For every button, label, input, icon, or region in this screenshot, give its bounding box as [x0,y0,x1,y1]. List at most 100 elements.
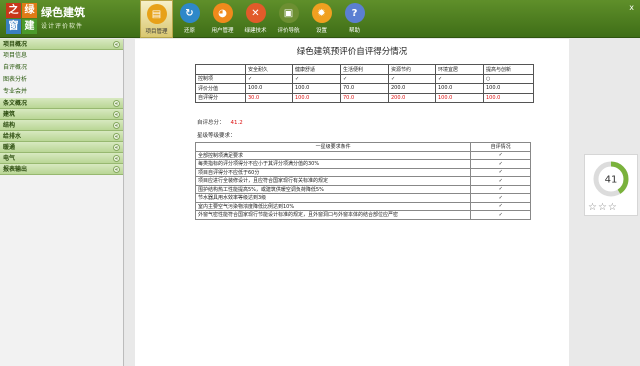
requirement-row: 每类指标的评分项得分不应小于其评分项满分值的30% ✓ [194,159,531,169]
toolbar-button-label: 评价导航 [277,28,300,34]
sidebar-item[interactable]: 自评概况 [0,62,123,74]
sidebar-section[interactable]: 给排水 « [0,131,123,142]
self-score-label: 自评总分： [197,120,225,126]
sidebar-section[interactable]: 结构 « [0,120,123,131]
toolbar-button-label: 帮助 [348,28,360,34]
requirement-row: 外窗气密性能符合国家现行节能设计标准的规定，且外窗洞口与外窗本体的结合部位应严密… [194,210,531,220]
toolbar-button[interactable]: ✕ 绿建技术 [239,0,272,38]
score-col-header [195,64,246,75]
check-icon: ✓ [470,184,531,194]
check-icon: ✓ [470,159,531,169]
main-toolbar: ▤ 项目管理 ↻ 还原 ◕ 用户管理 ✕ 绿建技术 ▣ 评价导航 ✹ 设置 ? 帮助 [140,0,371,38]
requirement-table-header: 一星级要求条件 自评情况 [194,142,531,152]
report-title: 绿色建筑预评价自评得分情况 [296,47,408,57]
restore-icon: ↻ [179,3,200,23]
score-cell: 100.0 [435,92,484,103]
score-cell: 100.0 [292,83,341,94]
requirement-row: 围护结构热工性能提高5%，或建筑供暖空调负荷降低5% ✓ [194,184,531,194]
score-cell: 100.0 [435,83,484,94]
requirement-text: 围护结构热工性能提高5%，或建筑供暖空调负荷降低5% [194,184,472,194]
collapse-icon[interactable]: « [113,155,120,162]
score-table-header: 安全耐久 健康舒适 生活便利 资源节约 环境宜居 提高与创新 [195,64,534,75]
requirement-text: 外窗气密性能符合国家现行节能设计标准的规定，且外窗洞口与外窗本体的结合部位应严密 [194,210,472,220]
report-document: 绿色建筑预评价自评得分情况 安全耐久 健康舒适 生活便利 资源节约 环境宜居 提高与创新 … [135,39,569,366]
score-table: 安全耐久 健康舒适 生活便利 资源节约 环境宜居 提高与创新 控制项 ✓ ✓ ✓ ✓ ✓ ○ 评价分值 1… [195,64,534,103]
check-icon: ✓ [470,201,531,211]
sidebar-section[interactable]: 报表输出 « [0,164,123,175]
sidebar-section[interactable]: 暖通 « [0,142,123,153]
requirement-row: 室内主要空气污染物浓度降低比例达到10% ✓ [194,201,531,211]
sidebar-item[interactable]: 图表分析 [0,74,123,86]
top-bar: 之 绿 窗 建 绿色建筑 设计评价软件 ▤ 项目管理 ↻ 还原 ◕ 用户管理 ✕ 绿建技术 ▣ 评… [0,0,640,38]
sidebar-item[interactable]: 专业会并 [0,86,123,98]
users-icon: ◕ [212,3,233,23]
sidebar: 项目概况 «项目信息 自评概况 图表分析 专业会并 条文概况 «建筑 «结构 «给排水 «暖通 «电… [0,39,124,366]
collapse-icon[interactable]: « [113,122,120,129]
score-cell: 100.0 [245,83,293,94]
toolbar-button[interactable]: ◕ 用户管理 [206,0,239,38]
toolbar-button[interactable]: ✹ 设置 [305,0,338,38]
star-requirement-label: 星级等级要求： [197,133,236,139]
toolbar-button-label: 用户管理 [211,28,234,34]
score-col-header: 生活便利 [340,64,389,75]
app-title: 绿色建筑 [41,6,85,19]
app-logo: 之 绿 窗 建 [6,3,38,35]
logo-tile: 绿 [22,3,37,18]
self-score-value: 41.2 [230,120,243,126]
score-cell: 100.0 [483,83,534,94]
check-icon: ✓ [470,176,531,186]
score-cell: ✓ [292,73,341,84]
score-cell: ✓ [435,73,484,84]
score-ring: 41 [593,161,629,197]
toolbar-button[interactable]: ↻ 还原 [173,0,206,38]
score-col-header: 安全耐久 [245,64,293,75]
requirement-text: 节水器具用水效率等级达到3级 [194,193,472,203]
toolbar-button[interactable]: ▣ 评价导航 [272,0,305,38]
sidebar-section-label: 暖通 [3,144,16,151]
score-cell: ✓ [340,73,389,84]
toolbar-button[interactable]: ? 帮助 [338,0,371,38]
collapse-icon[interactable]: « [113,166,120,173]
check-icon: ✓ [470,150,531,160]
toolbar-button-label: 设置 [315,28,327,34]
requirement-row: 项目应进行全装修设计，且应符合国家现行有关标准的规定 ✓ [194,176,531,186]
sidebar-section[interactable]: 条文概况 « [0,98,123,109]
check-icon: ✓ [470,210,531,220]
main-panel: 绿色建筑预评价自评得分情况 安全耐久 健康舒适 生活便利 资源节约 环境宜居 提高与创新 … [125,39,640,366]
settings-icon: ✹ [311,3,332,23]
close-icon[interactable]: x [629,3,634,12]
sidebar-section[interactable]: 建筑 « [0,109,123,120]
sidebar-section[interactable]: 电气 « [0,153,123,164]
requirement-row: 全部控制项满足要求 ✓ [194,150,531,160]
requirement-row: 节水器具用水效率等级达到3级 ✓ [194,193,531,203]
score-cell: 100.0 [292,92,341,103]
requirement-table: 一星级要求条件 自评情况 全部控制项满足要求 ✓ 每类指标的评分项得分不应小于其评分… [194,142,531,220]
sidebar-section-label: 项目概况 [3,41,28,48]
collapse-icon[interactable]: « [113,41,120,48]
collapse-icon[interactable]: « [113,111,120,118]
score-col-header: 环境宜居 [435,64,484,75]
collapse-icon[interactable]: « [113,144,120,151]
logo-tile: 窗 [6,19,21,34]
sidebar-section[interactable]: 项目概况 « [0,39,123,50]
sidebar-section-label: 条文概况 [3,100,28,107]
requirement-header: 一星级要求条件 [194,142,472,152]
sidebar-section-label: 电气 [3,155,16,162]
collapse-icon[interactable]: « [113,133,120,140]
sidebar-section-label: 建筑 [3,111,16,118]
collapse-icon[interactable]: « [113,100,120,107]
sidebar-section-label: 给排水 [3,133,22,140]
tools-icon: ✕ [245,3,266,23]
guide-icon: ▣ [278,3,299,23]
requirement-row: 项目自评得分不应低于60分 ✓ [194,167,531,177]
logo-tile: 建 [22,19,37,34]
sidebar-item[interactable]: 项目信息 [0,50,123,62]
score-cell: ✓ [245,73,293,84]
requirement-text: 全部控制项满足要求 [194,150,472,160]
score-cell: 200.0 [388,92,436,103]
self-score: 自评总分： 41.2 [197,118,243,126]
score-widget[interactable]: 41 ☆☆☆ [584,154,638,216]
toolbar-button[interactable]: ▤ 项目管理 [140,0,173,38]
toolbar-button-label: 绿建技术 [244,28,267,34]
check-icon: ✓ [470,167,531,177]
